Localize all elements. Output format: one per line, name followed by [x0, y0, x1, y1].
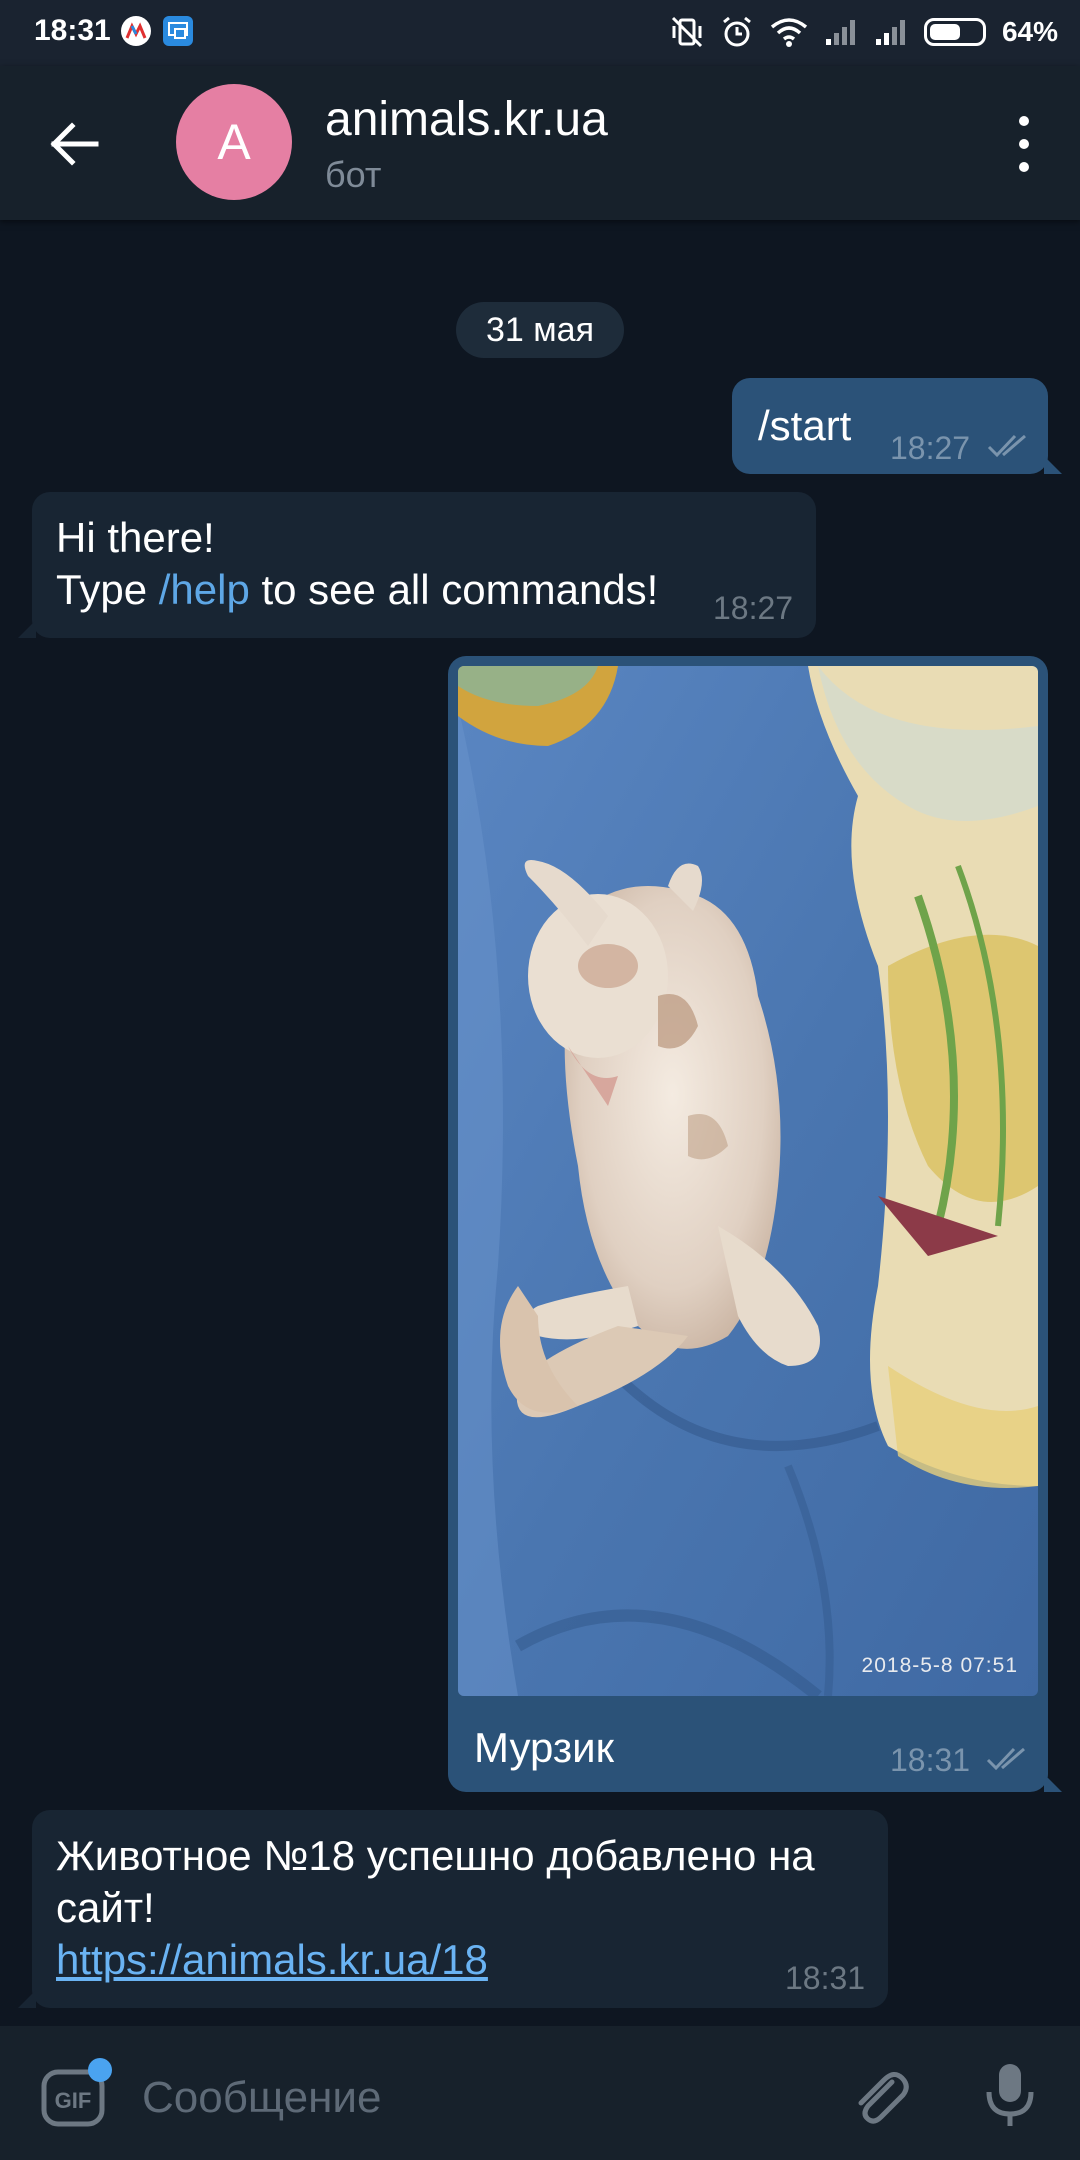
avatar-letter: A: [217, 114, 251, 170]
signal-icon: [825, 20, 855, 45]
vibrate-off-icon: [671, 16, 703, 48]
avatar[interactable]: A: [176, 84, 292, 200]
message-bubble-incoming[interactable]: Hi there! Type /help to see all commands…: [18, 492, 816, 638]
text-fragment: to see all commands!: [249, 566, 659, 613]
message-text: /start: [758, 402, 852, 449]
cat-photo[interactable]: 2018-5-8 07:51: [458, 666, 1038, 1696]
text-fragment: Type: [56, 566, 159, 613]
help-command-link[interactable]: /help: [159, 566, 250, 613]
paperclip-attach-icon[interactable]: [848, 2064, 912, 2128]
photo-message-bubble[interactable]: 2018-5-8 07:51 Мурзик 18:31: [448, 656, 1062, 1792]
screen-share-icon: [163, 16, 193, 46]
alarm-icon: [723, 16, 751, 47]
read-checkmarks-icon: [986, 1747, 1025, 1771]
message-time: 18:31: [785, 1960, 866, 1996]
battery-icon: [923, 18, 986, 46]
message-bubble-incoming[interactable]: Животное №18 успешно добавлено на сайт! …: [18, 1810, 888, 2008]
message-input[interactable]: [140, 2064, 784, 2132]
date-separator: 31 мая: [456, 302, 624, 358]
chat-title[interactable]: animals.kr.ua: [325, 92, 608, 147]
message-text-line: Hi there!: [56, 514, 215, 561]
app-notification-icon: [121, 16, 151, 46]
battery-percent: 64%: [1001, 16, 1058, 47]
photo-timestamp: 2018-5-8 07:51: [861, 1654, 1018, 1677]
message-bubble-outgoing[interactable]: /start 18:27: [732, 378, 1062, 474]
microphone-icon[interactable]: [980, 2060, 1040, 2130]
animal-page-link[interactable]: https://animals.kr.ua/18: [56, 1934, 488, 1986]
message-text-line: Type /help to see all commands!: [56, 564, 658, 616]
more-options-icon[interactable]: [1016, 116, 1032, 172]
chat-header: A animals.kr.ua бот: [0, 66, 1080, 220]
message-time: 18:31: [890, 1742, 971, 1778]
status-time: 18:31: [34, 14, 111, 47]
message-text-line: Животное №18 успешно добавлено на: [56, 1832, 815, 1879]
back-arrow-icon[interactable]: [46, 116, 102, 172]
signal-icon: [875, 20, 905, 45]
read-checkmarks-icon: [987, 434, 1026, 458]
message-time: 18:27: [890, 430, 971, 466]
new-stickers-badge: [88, 2058, 112, 2082]
chat-subtitle: бот: [325, 154, 382, 195]
message-composer: GIF: [0, 2026, 1080, 2160]
status-bar: 18:31 64%: [0, 0, 1080, 66]
svg-text:GIF: GIF: [55, 2088, 92, 2113]
photo-caption: Мурзик: [474, 1724, 614, 1771]
message-text-line: сайт!: [56, 1884, 155, 1931]
wifi-icon: [770, 18, 808, 47]
message-time: 18:27: [713, 590, 794, 626]
